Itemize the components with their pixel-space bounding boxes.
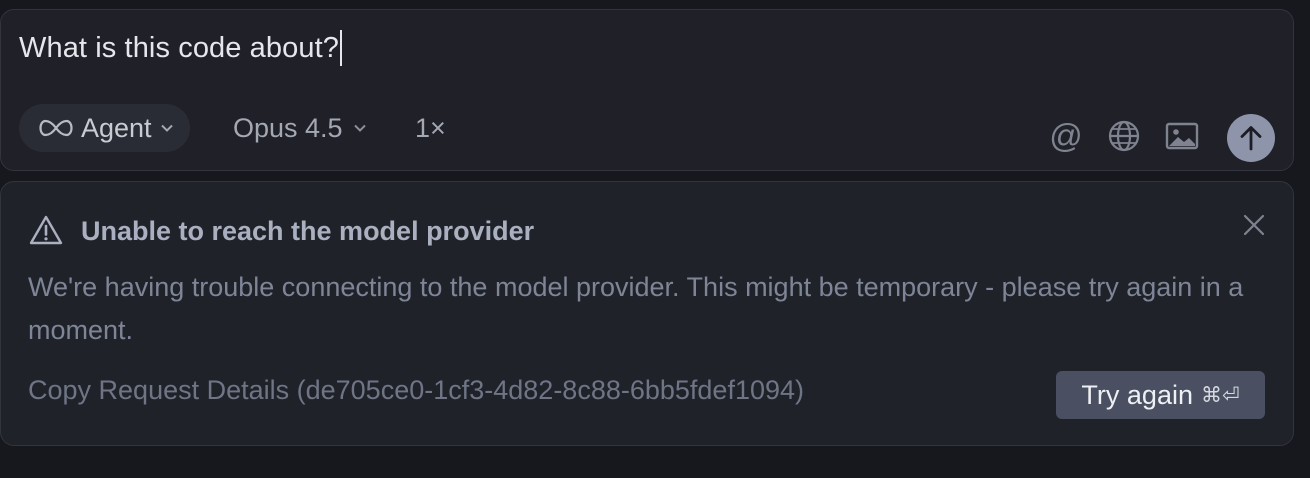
chevron-down-icon (353, 124, 366, 132)
prompt-text: What is this code about? (19, 31, 339, 64)
globe-icon[interactable] (1106, 118, 1142, 154)
mode-selector[interactable]: Agent (19, 104, 190, 152)
chat-page: What is this code about? Agent Opus 4.5 … (0, 0, 1310, 478)
send-button[interactable] (1227, 114, 1275, 162)
image-icon[interactable] (1164, 118, 1200, 154)
text-caret (339, 30, 342, 66)
image-glyph (1165, 122, 1199, 150)
mode-label: Agent (81, 112, 152, 143)
try-again-button[interactable]: Try again ⌘⏎ (1056, 371, 1265, 419)
multiplier-label: 1× (415, 112, 446, 143)
model-selector[interactable]: Opus 4.5 (233, 104, 367, 152)
close-icon[interactable] (1241, 212, 1267, 238)
warning-icon (29, 215, 63, 245)
multiplier-selector[interactable]: 1× (415, 104, 446, 152)
chat-composer[interactable]: What is this code about? Agent Opus 4.5 … (0, 9, 1294, 171)
error-title: Unable to reach the model provider (81, 216, 535, 246)
globe-glyph (1108, 120, 1140, 152)
copy-request-details-link[interactable]: Copy Request Details (de705ce0-1cf3-4d82… (28, 375, 804, 406)
arrow-up-icon (1240, 126, 1262, 151)
try-again-label: Try again (1081, 379, 1193, 410)
chevron-down-icon (160, 124, 173, 132)
prompt-input[interactable]: What is this code about? (19, 30, 342, 66)
at-icon[interactable]: @ (1048, 118, 1084, 154)
error-message: We're having trouble connecting to the m… (28, 272, 1244, 345)
keyboard-shortcut: ⌘⏎ (1200, 383, 1240, 407)
infinity-icon (39, 119, 73, 137)
model-label: Opus 4.5 (233, 112, 343, 143)
error-panel: Unable to reach the model provider We're… (0, 181, 1294, 446)
mention-symbol: @ (1049, 117, 1083, 154)
